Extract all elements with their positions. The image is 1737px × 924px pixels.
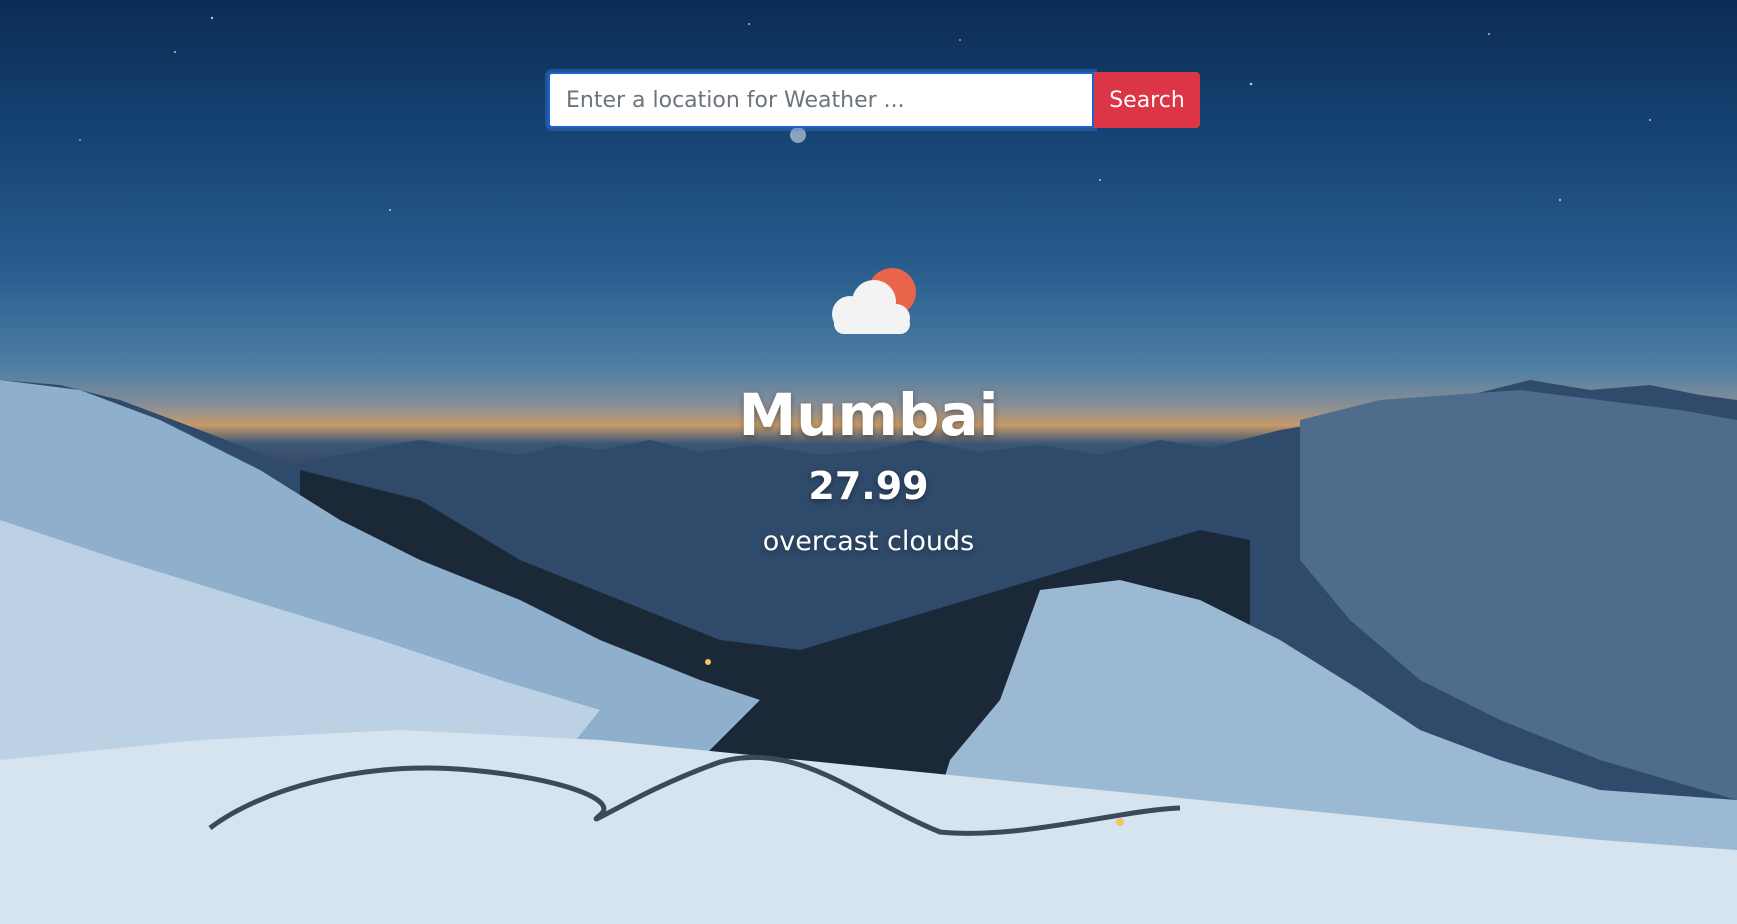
city-name: Mumbai [738, 381, 999, 449]
search-button[interactable]: Search [1094, 72, 1200, 128]
search-bar: Search [548, 72, 1200, 128]
location-search-input[interactable] [548, 72, 1094, 128]
cloud-sun-icon [832, 268, 916, 334]
weather-app: Search Mumbai 27.99 overcast clouds [0, 0, 1737, 924]
temperature-value: 27.99 [808, 464, 929, 508]
weather-description: overcast clouds [762, 526, 975, 557]
